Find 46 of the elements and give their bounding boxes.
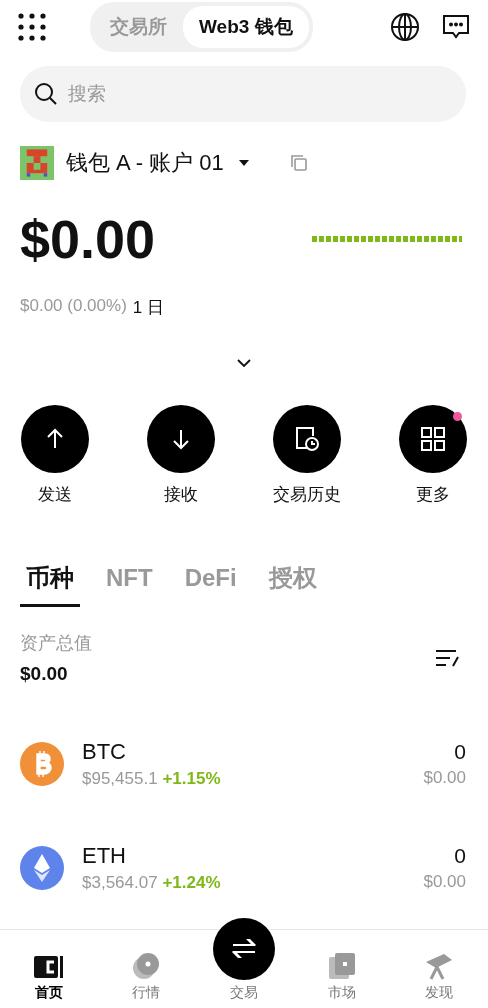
wallet-icon [33,954,64,980]
coin-symbol: BTC [82,739,127,765]
history-icon [294,426,320,452]
asset-tab[interactable]: 授权 [262,562,323,607]
nav-tab[interactable]: 行情 [111,952,182,1002]
cards-icon [327,952,356,980]
bitcoin-icon [20,742,64,786]
action-label: 交易历史 [273,484,341,506]
action-label: 接收 [164,484,198,506]
coin-amount: 0 [454,740,466,764]
nav-tab[interactable]: 发现 [404,952,475,1002]
account-selector[interactable]: 钱包 A - 账户 01 [66,148,250,178]
asset-tab[interactable]: DeFi [178,562,243,607]
price-change: +1.24% [162,873,221,892]
message-icon[interactable] [442,14,470,40]
mode-tab[interactable]: 交易所 [94,6,183,48]
asset-tab[interactable]: 币种 [20,562,80,607]
period-label[interactable]: 1 日 [132,296,164,319]
mode-tab[interactable]: Web3 钱包 [183,6,309,48]
action-label: 发送 [38,484,72,506]
total-label: 资产总值 [20,632,92,655]
nav-label[interactable]: 交易 [230,984,258,1002]
nav-tab[interactable]: 首页 [13,954,84,1002]
sort-icon[interactable] [434,648,460,668]
coin-value: $0.00 [423,872,466,892]
price-change: +1.15% [162,769,221,788]
balance-change: $0.00 (0.00%) [20,296,127,317]
apps-grid-icon[interactable] [18,13,46,41]
asset-tab[interactable]: NFT [100,562,159,607]
coin-price: $95,455.1 [82,769,158,788]
search-field[interactable]: 搜索 [20,66,466,122]
chevron-down-icon[interactable] [237,359,251,367]
coins-icon [132,952,161,980]
avatar-icon [20,146,54,180]
caret-icon [237,159,250,167]
total-value: $0.00 [20,663,69,685]
globe-icon[interactable] [390,12,420,42]
nav-tab[interactable]: 市场 [306,952,377,1002]
coin-symbol: ETH [82,843,127,869]
coin-value: $0.00 [423,768,466,788]
action-label: 更多 [416,484,450,506]
coin-price: $3,564.07 [82,873,158,892]
coin-amount: 0 [454,844,466,868]
grid-icon [420,426,446,452]
ethereum-icon [20,846,64,890]
balance-amount: $0.00 [20,208,156,270]
